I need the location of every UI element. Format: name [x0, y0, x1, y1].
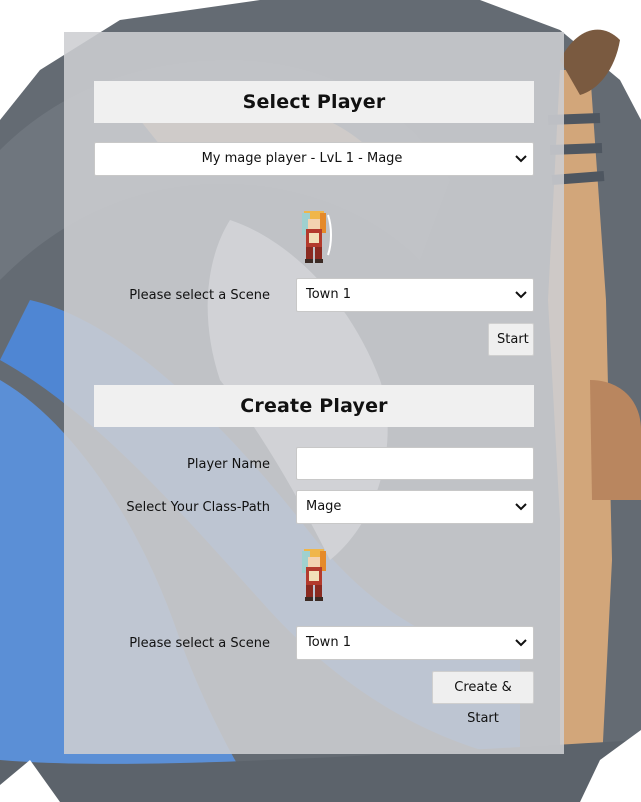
player-name-input[interactable]: [296, 447, 534, 480]
player-select[interactable]: My mage player - LvL 1 - Mage: [94, 142, 534, 176]
chevron-down-icon: [515, 639, 527, 647]
start-button[interactable]: Start: [488, 323, 534, 356]
mage-sprite-icon: [302, 211, 332, 263]
class-select-value: Mage: [306, 499, 342, 514]
chevron-down-icon: [515, 503, 527, 511]
class-path-label: Select Your Class-Path: [126, 500, 270, 515]
create-scene-label: Please select a Scene: [129, 636, 270, 651]
class-path-select[interactable]: Mage: [296, 490, 534, 524]
chevron-down-icon: [515, 291, 527, 299]
player-name-label: Player Name: [187, 457, 270, 472]
select-player-scene-select[interactable]: Town 1: [296, 278, 534, 312]
mage-sprite-icon: [302, 549, 326, 601]
select-player-title: Select Player: [94, 81, 534, 123]
chevron-down-icon: [515, 155, 527, 163]
scene-select-value: Town 1: [306, 635, 351, 650]
scene-select-value: Town 1: [306, 287, 351, 302]
select-scene-label: Please select a Scene: [129, 288, 270, 303]
create-player-scene-select[interactable]: Town 1: [296, 626, 534, 660]
create-player-title: Create Player: [94, 385, 534, 427]
create-and-start-button[interactable]: Create & Start: [432, 671, 534, 726]
player-select-value: My mage player - LvL 1 - Mage: [201, 151, 403, 166]
